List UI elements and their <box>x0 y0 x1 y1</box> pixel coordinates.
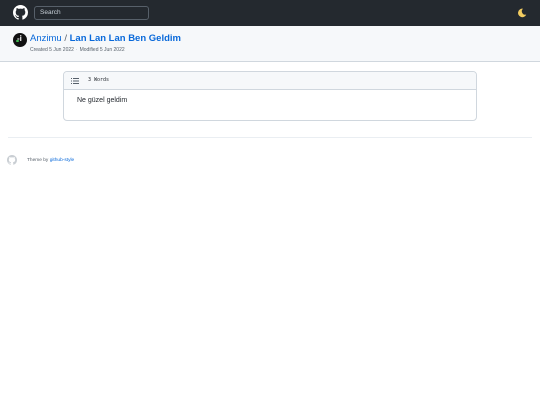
file-content: Ne güzel geldim <box>77 97 128 104</box>
github-logo-icon[interactable] <box>13 5 28 20</box>
modified-date: Modified 5 Jun 2022 <box>79 47 125 53</box>
list-icon <box>71 78 79 84</box>
avatar[interactable]: -i <box>13 33 27 47</box>
top-navbar: Search <box>0 0 540 26</box>
gist-name-link[interactable]: Lan Lan Lan Ben Geldim <box>70 33 181 44</box>
search-input[interactable]: Search <box>34 6 149 20</box>
theme-link[interactable]: github-style <box>50 158 75 163</box>
word-count: 3 Words <box>88 77 110 83</box>
gist-title: Anzimu / Lan Lan Lan Ben Geldim <box>30 33 181 44</box>
file-body: Ne güzel geldim <box>64 90 476 120</box>
avatar-dot <box>16 40 19 42</box>
created-date: Created 5 Jun 2022 <box>30 47 74 53</box>
gist-header: -i Anzimu / Lan Lan Lan Ben Geldim Creat… <box>0 26 540 62</box>
title-separator: / <box>64 33 67 44</box>
github-footer-icon[interactable] <box>7 155 17 165</box>
footer-divider <box>8 137 532 138</box>
footer-theme-credit: Theme by github-style <box>27 158 74 163</box>
footer-theme-prefix: Theme by <box>27 158 49 163</box>
moon-icon[interactable] <box>517 8 527 18</box>
file-box: 3 Words Ne güzel geldim <box>63 71 477 121</box>
file-header: 3 Words <box>64 72 476 90</box>
owner-link[interactable]: Anzimu <box>30 33 62 44</box>
gist-meta: Created 5 Jun 2022 · Modified 5 Jun 2022 <box>30 47 125 53</box>
